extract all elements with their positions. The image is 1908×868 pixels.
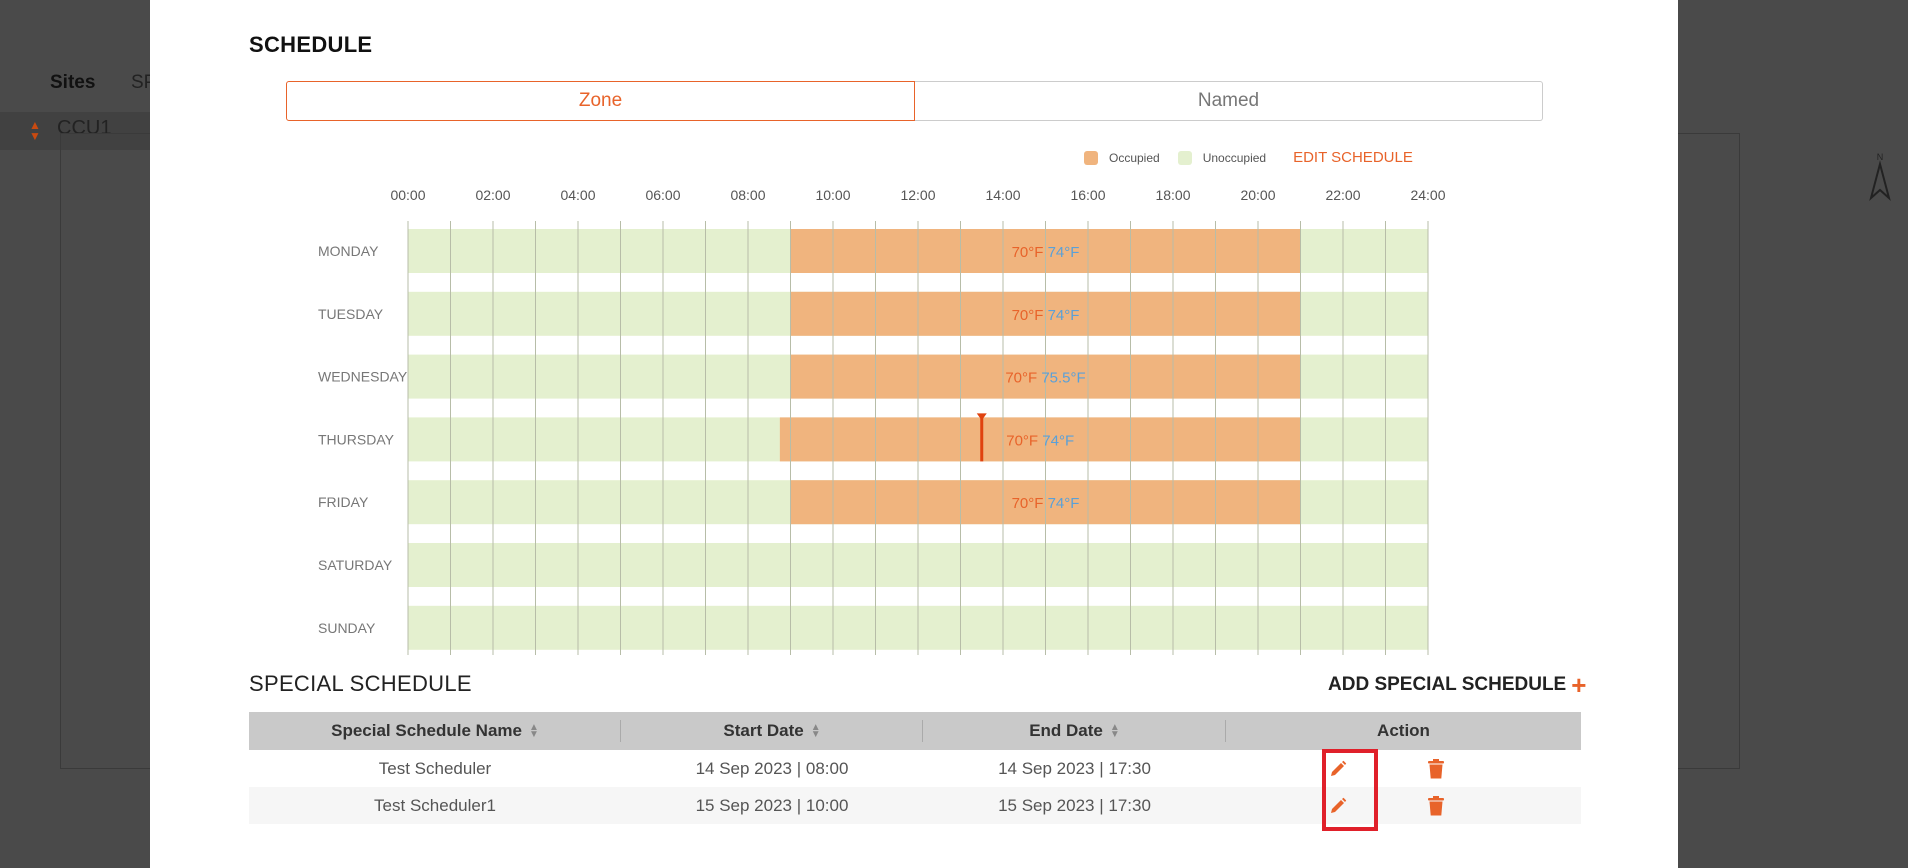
sort-icon: ▲ ▼ — [528, 722, 539, 740]
legend-occupied: Occupied — [1084, 150, 1160, 165]
trash-icon — [1428, 758, 1444, 778]
setpoint-label: 70°F 74°F — [1012, 307, 1080, 324]
unoccupied-swatch — [1177, 150, 1192, 165]
x-tick-label: 16:00 — [1070, 187, 1105, 203]
modal-title: SCHEDULE — [249, 32, 373, 57]
table-row: Test Scheduler 14 Sep 2023 | 08:00 14 Se… — [249, 750, 1581, 787]
x-tick-label: 18:00 — [1155, 187, 1190, 203]
delete-button[interactable] — [1421, 754, 1451, 784]
north-arrow-icon: N — [1869, 152, 1891, 201]
day-label: SUNDAY — [318, 620, 376, 636]
table-header: Special Schedule Name ▲ ▼ Start Date ▲ ▼ E… — [249, 712, 1581, 750]
day-label: WEDNESDAY — [318, 369, 408, 385]
col-header-action-label: Action — [1377, 721, 1430, 740]
setpoint-label: 70°F 74°F — [1012, 495, 1080, 512]
special-schedule-title: SPECIAL SCHEDULE — [249, 671, 472, 696]
pencil-icon — [1331, 760, 1347, 776]
plus-icon: + — [1571, 669, 1587, 700]
pencil-icon — [1331, 797, 1347, 813]
x-tick-label: 10:00 — [815, 187, 850, 203]
cell-actions — [1226, 791, 1581, 821]
x-tick-label: 04:00 — [560, 187, 595, 203]
x-tick-label: 22:00 — [1325, 187, 1360, 203]
cell-start: 15 Sep 2023 | 10:00 — [695, 795, 849, 815]
cell-end: 14 Sep 2023 | 17:30 — [998, 758, 1151, 778]
x-tick-label: 06:00 — [645, 187, 680, 203]
x-tick-label: 12:00 — [900, 187, 935, 203]
col-header-action: Action — [1226, 712, 1581, 750]
occupied-swatch — [1084, 150, 1098, 165]
setpoint-label: 70°F 74°F — [1006, 432, 1074, 449]
trash-icon — [1428, 795, 1444, 815]
col-header-start-label: Start Date — [723, 721, 804, 740]
bg-tab-sites: Sites — [50, 72, 96, 93]
x-tick-label: 00:00 — [390, 187, 425, 203]
tab-named[interactable]: Named — [915, 81, 1543, 121]
schedule-type-tabs: Zone Named — [286, 81, 1543, 121]
schedule-modal: SCHEDULE Zone Named Occupied Unoccupied … — [150, 0, 1678, 868]
setpoint-label: 70°F 74°F — [1012, 244, 1080, 261]
delete-button[interactable] — [1421, 791, 1451, 821]
col-header-start[interactable]: Start Date ▲ ▼ — [621, 712, 923, 750]
sort-icon: ▲ ▼ — [810, 722, 821, 740]
legend-unoccupied: Unoccupied — [1177, 150, 1267, 165]
add-special-schedule-label: ADD SPECIAL SCHEDULE — [1328, 674, 1567, 695]
x-tick-label: 02:00 — [475, 187, 510, 203]
edit-schedule-link[interactable]: EDIT SCHEDULE — [1293, 149, 1413, 166]
cell-end: 15 Sep 2023 | 17:30 — [998, 795, 1151, 815]
setpoint-label: 70°F 75.5°F — [1005, 370, 1085, 387]
col-header-name[interactable]: Special Schedule Name ▲ ▼ — [249, 712, 621, 750]
day-label: THURSDAY — [318, 431, 395, 447]
chart-legend: Occupied Unoccupied EDIT SCHEDULE — [1084, 149, 1413, 166]
x-tick-label: 24:00 — [1410, 187, 1445, 203]
col-header-name-label: Special Schedule Name — [331, 721, 522, 740]
day-label: TUESDAY — [318, 306, 384, 322]
edit-button[interactable] — [1323, 754, 1353, 784]
sort-arrows-icon: ▲ ▼ — [29, 118, 41, 143]
sort-icon: ▲ ▼ — [1109, 722, 1120, 740]
col-header-end[interactable]: End Date ▲ ▼ — [923, 712, 1226, 750]
x-tick-label: 14:00 — [985, 187, 1020, 203]
legend-unoccupied-label: Unoccupied — [1202, 150, 1267, 165]
cell-name: Test Scheduler1 — [374, 795, 496, 815]
x-tick-label: 20:00 — [1240, 187, 1275, 203]
edit-button[interactable] — [1323, 791, 1353, 821]
legend-occupied-label: Occupied — [1109, 150, 1160, 165]
cell-name: Test Scheduler — [378, 758, 492, 778]
cell-actions — [1226, 754, 1581, 784]
table-row: Test Scheduler1 15 Sep 2023 | 10:00 15 S… — [249, 787, 1581, 824]
special-schedule-table: Special Schedule Name ▲ ▼ Start Date ▲ ▼ E… — [249, 712, 1581, 824]
tab-zone[interactable]: Zone — [286, 81, 915, 121]
day-label: SATURDAY — [318, 557, 393, 573]
cell-start: 14 Sep 2023 | 08:00 — [695, 758, 849, 778]
day-label: MONDAY — [318, 243, 379, 259]
day-label: FRIDAY — [318, 494, 369, 510]
col-header-end-label: End Date — [1029, 721, 1103, 740]
x-tick-label: 08:00 — [730, 187, 765, 203]
add-special-schedule-button[interactable]: ADD SPECIAL SCHEDULE + — [1328, 669, 1587, 700]
